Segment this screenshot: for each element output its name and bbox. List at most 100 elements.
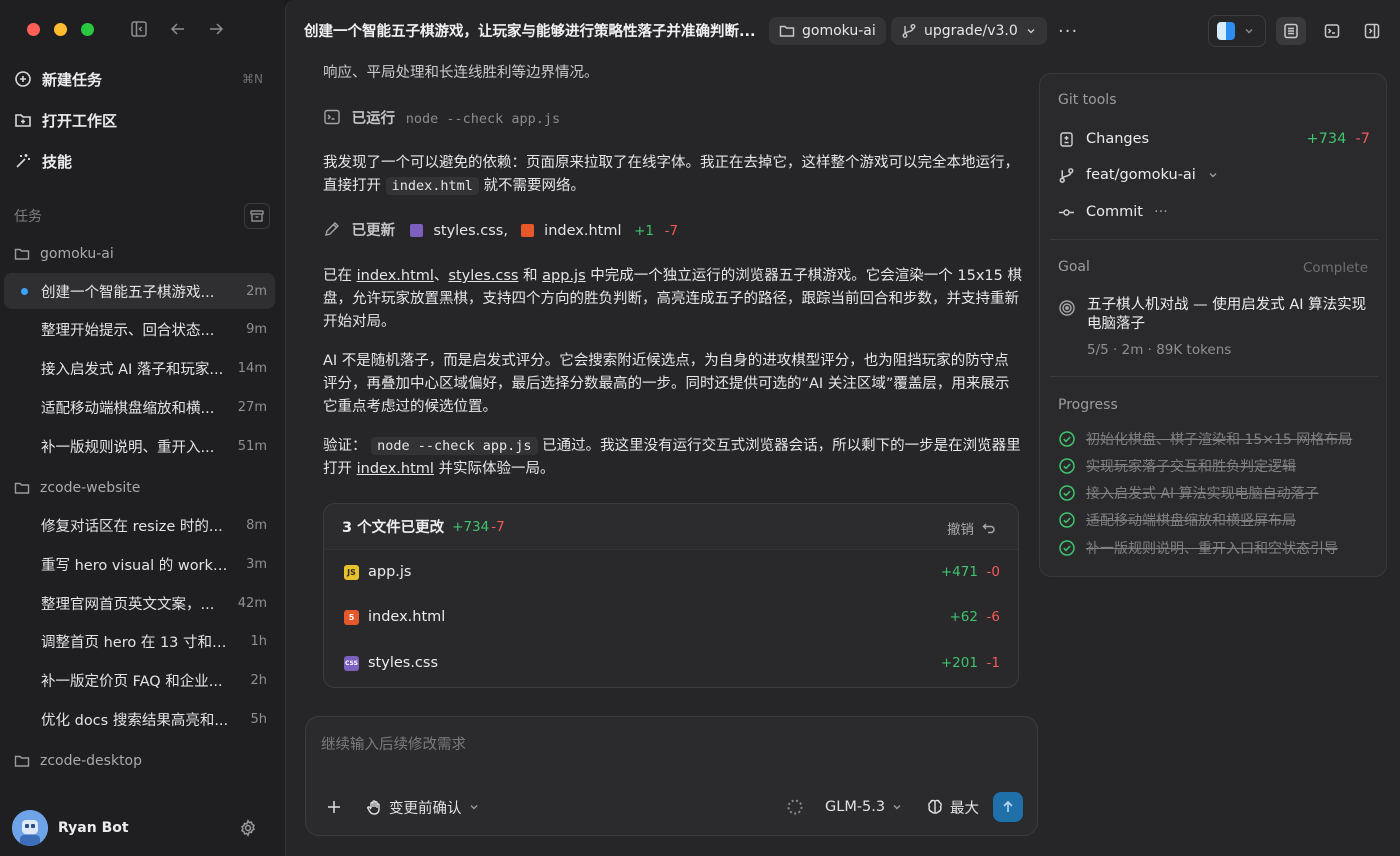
group-name: zcode-desktop	[40, 753, 143, 769]
close-window-button[interactable]	[27, 23, 40, 36]
file-link-index-html[interactable]: index.html	[357, 461, 434, 477]
file-link-index-html[interactable]: index.html	[357, 268, 434, 284]
file-name: index.html	[368, 609, 446, 625]
open-in-app-selector[interactable]	[1208, 15, 1266, 47]
task-time: 3m	[246, 556, 267, 572]
branch-selector[interactable]: upgrade/v3.0	[891, 17, 1047, 45]
plus-icon	[328, 801, 340, 813]
task-item[interactable]: 重写 hero visual 的 works... 3m	[4, 546, 275, 582]
approval-mode-dropdown[interactable]: 变更前确认	[366, 795, 480, 819]
changed-file-row[interactable]: 5 index.html +62 -6	[344, 605, 1000, 629]
maximize-window-button[interactable]	[81, 23, 94, 36]
message-composer[interactable]: 继续输入后续修改需求 变更前确认 GLM-5.3 最大	[305, 716, 1038, 836]
send-button[interactable]	[993, 792, 1023, 822]
file-added: +201	[940, 655, 978, 671]
panel-icon	[1284, 23, 1298, 39]
attach-button[interactable]	[326, 795, 342, 819]
more-options-button[interactable]: ···	[1058, 21, 1078, 42]
task-item[interactable]: 补一版规则说明、重开入... 51m	[4, 428, 275, 464]
changes-row[interactable]: Changes +734 -7	[1058, 127, 1370, 151]
task-item[interactable]: 优化 docs 搜索结果高亮和... 5h	[4, 701, 275, 737]
commit-more-button[interactable]: ···	[1154, 204, 1168, 220]
changed-files-card: 3 个文件已更改 +734 -7 撤销 JS app.js +471 -0 5 …	[323, 503, 1019, 688]
message-paragraph: 已在 index.html、styles.css 和 app.js 中完成一个独…	[323, 265, 1023, 334]
chevron-down-icon	[1243, 25, 1255, 37]
project-chip-label: gomoku-ai	[802, 23, 876, 39]
open-workspace-label: 打开工作区	[42, 111, 118, 130]
text-span: 、	[433, 268, 449, 284]
toggle-sidebar-icon[interactable]	[130, 20, 148, 38]
task-item[interactable]: 创建一个智能五子棋游戏... 2m	[4, 273, 275, 309]
minimize-window-button[interactable]	[54, 23, 67, 36]
updated-file-1[interactable]: styles.css	[433, 223, 503, 239]
terminal-button[interactable]	[1317, 17, 1347, 45]
reasoning-effort-button[interactable]: 最大	[926, 795, 979, 819]
task-item[interactable]: 整理官网首页英文文案，... 42m	[4, 585, 275, 621]
file-added: +62	[949, 609, 978, 625]
commit-label: Commit	[1086, 204, 1143, 220]
forward-arrow-icon[interactable]	[207, 20, 225, 38]
git-tools-title: Git tools	[1058, 92, 1117, 108]
project-chip[interactable]: gomoku-ai	[769, 17, 886, 45]
task-title: 整理官网首页英文文案，...	[41, 596, 215, 613]
toggle-right-panel-button[interactable]	[1276, 17, 1306, 45]
tool-run-row[interactable]: 已运行 node --check app.js	[323, 108, 1023, 131]
file-diff-stats: +201 -1	[941, 655, 1000, 671]
task-title: 创建一个智能五子棋游戏...	[41, 284, 215, 301]
chevron-down-icon	[893, 805, 901, 810]
user-profile[interactable]: Ryan Bot	[12, 809, 129, 847]
skills-button[interactable]: 技能	[14, 147, 72, 175]
changes-added: +734	[1306, 131, 1347, 147]
new-chat-icon	[14, 70, 32, 88]
file-link-app-js[interactable]: app.js	[542, 268, 586, 284]
undo-button[interactable]: 撤销	[947, 518, 996, 538]
total-added: +734	[452, 518, 490, 535]
new-task-button[interactable]: 新建任务	[14, 65, 102, 93]
settings-gear-icon[interactable]	[239, 819, 257, 837]
model-selector[interactable]: GLM-5.3	[825, 795, 903, 819]
file-removed: -6	[986, 609, 1000, 625]
toggle-sidebar-right-button[interactable]	[1357, 17, 1387, 45]
updated-file-2[interactable]: index.html	[544, 223, 621, 239]
branch-row[interactable]: feat/gomoku-ai	[1058, 163, 1219, 187]
commit-row[interactable]: Commit ···	[1058, 200, 1168, 224]
task-time: 5h	[250, 711, 267, 727]
html-file-icon: 5	[344, 609, 359, 625]
task-time: 2m	[246, 283, 267, 299]
check-circle-icon	[1058, 430, 1076, 448]
changed-file-row[interactable]: JS app.js +471 -0	[344, 560, 1000, 584]
task-item[interactable]: 适配移动端棋盘缩放和横... 27m	[4, 389, 275, 425]
task-time: 1h	[250, 633, 267, 649]
css-file-icon	[409, 224, 423, 237]
main-panel: 创建一个智能五子棋游戏，让玩家与能够进行策略性落子并准确判断... gomoku…	[285, 0, 1400, 856]
undo-icon	[982, 523, 995, 534]
sidebar-right-icon	[1364, 23, 1380, 39]
task-item[interactable]: 修复对话区在 resize 时的... 8m	[4, 507, 275, 543]
task-item[interactable]: 补一版定价页 FAQ 和企业... 2h	[4, 662, 275, 698]
diff-file-icon	[1058, 131, 1075, 148]
project-group-gomoku-ai[interactable]: gomoku-ai	[14, 242, 114, 266]
changes-removed: -7	[1355, 131, 1370, 147]
undo-label: 撤销	[947, 522, 974, 538]
progress-item-text: 补一版规则说明、重开入口和空状态引导	[1086, 541, 1338, 557]
task-item[interactable]: 接入启发式 AI 落子和玩家... 14m	[4, 350, 275, 386]
project-group-zcode-website[interactable]: zcode-website	[14, 476, 140, 500]
archive-button[interactable]	[244, 203, 270, 229]
open-workspace-button[interactable]: 打开工作区	[14, 106, 117, 134]
file-link-styles-css[interactable]: styles.css	[448, 268, 518, 284]
file-added: +471	[940, 564, 978, 580]
html-file-icon	[520, 224, 534, 237]
composer-placeholder[interactable]: 继续输入后续修改需求	[321, 733, 466, 754]
task-title: 接入启发式 AI 落子和玩家...	[41, 361, 224, 378]
file-removed: -1	[986, 655, 1000, 671]
chevron-down-icon	[470, 805, 477, 810]
changed-file-row[interactable]: CSS styles.css +201 -1	[344, 651, 1000, 675]
branch-chip-label: upgrade/v3.0	[924, 23, 1018, 39]
task-item[interactable]: 调整首页 hero 在 13 寸和移... 1h	[4, 623, 275, 659]
task-item[interactable]: 整理开始提示、回合状态... 9m	[4, 311, 275, 347]
tool-update-row[interactable]: 已更新 styles.css, index.html +1 -7	[323, 220, 1023, 243]
task-time: 51m	[237, 438, 267, 454]
back-arrow-icon[interactable]	[169, 20, 187, 38]
task-time: 27m	[237, 399, 267, 415]
project-group-zcode-desktop[interactable]: zcode-desktop	[14, 749, 142, 773]
